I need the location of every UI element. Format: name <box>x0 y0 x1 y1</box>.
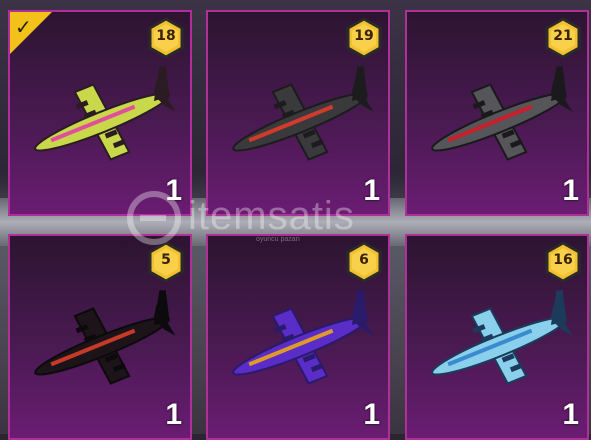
level-badge: 19 <box>346 18 382 58</box>
plane-skin-image <box>415 64 583 174</box>
item-card[interactable]: 21 1 <box>405 10 589 216</box>
item-count: 1 <box>562 174 579 207</box>
checkmark-icon: ✓ <box>15 15 32 39</box>
level-number: 5 <box>161 252 171 268</box>
plane-skin-image <box>216 64 384 174</box>
level-number: 18 <box>156 28 176 44</box>
item-count: 1 <box>165 398 182 431</box>
item-card[interactable]: 5 1 <box>8 234 192 440</box>
level-badge: 18 <box>148 18 184 58</box>
level-number: 21 <box>553 28 573 44</box>
item-count: 1 <box>363 398 380 431</box>
level-number: 16 <box>553 252 573 268</box>
level-badge: 21 <box>545 18 581 58</box>
level-number: 19 <box>354 28 374 44</box>
plane-skin-image <box>18 64 186 174</box>
watermark-logo-icon <box>127 191 181 245</box>
plane-skin-image <box>415 288 583 398</box>
watermark: itemsatis oyuncu pazarı <box>126 190 466 246</box>
watermark-text: itemsatis <box>188 194 355 238</box>
level-badge: 6 <box>346 242 382 282</box>
item-card[interactable]: 18 ✓ 1 <box>8 10 192 216</box>
item-card[interactable]: 19 1 <box>206 10 390 216</box>
watermark-subtext: oyuncu pazarı <box>256 236 300 243</box>
plane-skin-image <box>18 288 186 398</box>
item-count: 1 <box>562 398 579 431</box>
item-card[interactable]: 16 1 <box>405 234 589 440</box>
level-badge: 16 <box>545 242 581 282</box>
plane-skin-image <box>216 288 384 398</box>
item-card[interactable]: 6 1 <box>206 234 390 440</box>
level-number: 6 <box>359 252 369 268</box>
level-badge: 5 <box>148 242 184 282</box>
